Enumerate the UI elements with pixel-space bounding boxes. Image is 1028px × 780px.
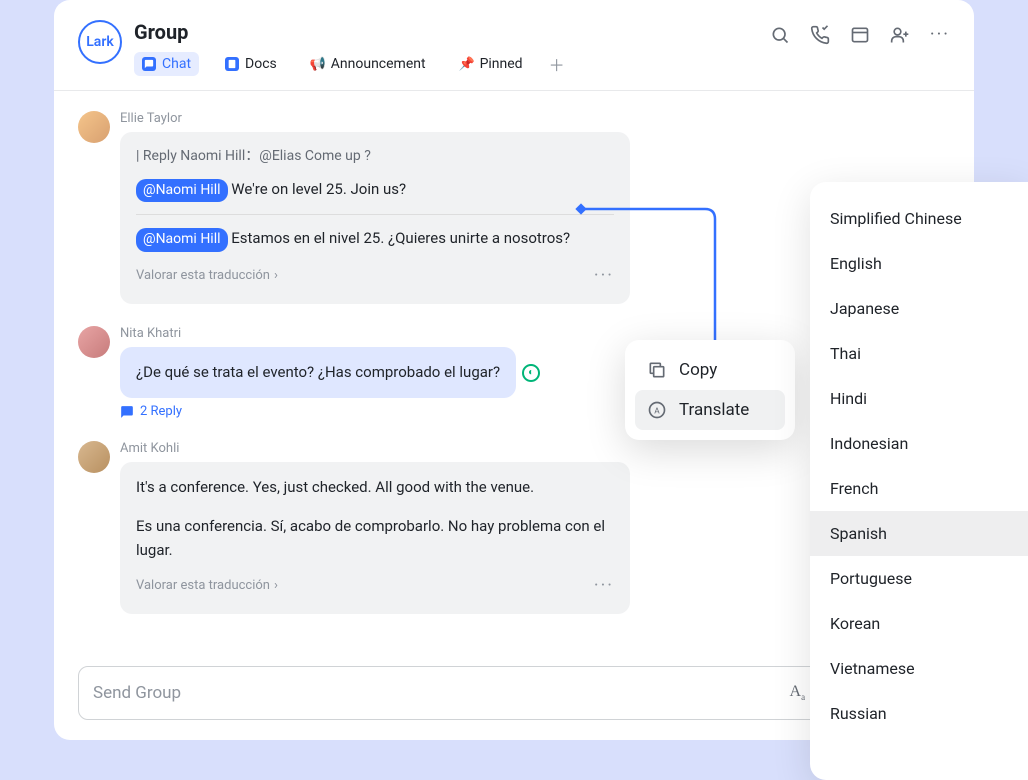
docs-icon [225, 57, 239, 71]
avatar[interactable] [78, 326, 110, 358]
mention-pill[interactable]: @Naomi Hill [136, 228, 228, 252]
avatar[interactable] [78, 441, 110, 473]
tab-label: Pinned [480, 56, 523, 72]
tab-label: Announcement [331, 56, 426, 72]
reply-icon [120, 405, 134, 419]
header: Lark Group Chat Docs 📢 Ann [54, 0, 974, 76]
chevron-right-icon: › [274, 266, 278, 286]
rate-label: Valorar esta traducción [136, 576, 270, 596]
search-icon[interactable] [770, 25, 790, 45]
message-bubble[interactable]: | Reply Naomi Hill：@Elias Come up ? @Nao… [120, 132, 630, 304]
rate-row: Valorar esta traducción › ··· [136, 572, 614, 600]
language-option[interactable]: Simplified Chinese [810, 196, 1028, 241]
copy-icon [647, 360, 667, 380]
more-icon[interactable]: ··· [930, 24, 950, 45]
language-option[interactable]: French [810, 466, 1028, 511]
language-option[interactable]: Hindi [810, 376, 1028, 421]
translate-indicator-icon[interactable]: ◐ [522, 364, 540, 382]
context-item-label: Translate [679, 400, 749, 420]
text-format-icon[interactable]: Aa [790, 683, 806, 702]
message-bubble[interactable]: ¿De qué se trata el evento? ¿Has comprob… [120, 347, 516, 398]
language-option[interactable]: English [810, 241, 1028, 286]
translation-divider [136, 214, 614, 215]
tab-label: Docs [245, 56, 277, 72]
message-line-original: @Naomi Hill We're on level 25. Join us? [136, 178, 614, 203]
lark-logo: Lark [78, 20, 122, 64]
translate-icon: A [647, 400, 667, 420]
rate-translation-link[interactable]: Valorar esta traducción › [136, 266, 278, 286]
language-option[interactable]: Thai [810, 331, 1028, 376]
language-option[interactable]: Korean [810, 601, 1028, 646]
message-bubble[interactable]: It's a conference. Yes, just checked. Al… [120, 462, 630, 614]
context-menu: Copy A Translate [625, 340, 795, 440]
pin-icon: 📌 [460, 57, 474, 71]
call-icon[interactable] [810, 25, 830, 45]
reply-reference: | Reply Naomi Hill：@Elias Come up ? [136, 146, 614, 168]
message-text: It's a conference. Yes, just checked. Al… [136, 476, 614, 499]
sidebar-icon[interactable] [850, 25, 870, 45]
message-text: Es una conferencia. Sí, acabo de comprob… [136, 515, 614, 562]
sender-name: Ellie Taylor [120, 111, 950, 126]
reply-count-text: 2 Reply [140, 404, 182, 419]
context-item-label: Copy [679, 360, 717, 380]
composer-placeholder: Send Group [93, 683, 790, 703]
language-menu: Simplified ChineseEnglishJapaneseThaiHin… [810, 182, 1028, 780]
context-copy[interactable]: Copy [635, 350, 785, 390]
header-actions: ··· [770, 20, 950, 45]
rate-row: Valorar esta traducción › ··· [136, 262, 614, 290]
tab-docs[interactable]: Docs [217, 52, 285, 76]
rate-translation-link[interactable]: Valorar esta traducción › [136, 576, 278, 596]
avatar[interactable] [78, 111, 110, 143]
message-text: Estamos en el nivel 25. ¿Quieres unirte … [231, 229, 570, 247]
message-text: We're on level 25. Join us? [231, 180, 406, 198]
header-main: Group Chat Docs 📢 Announcement [134, 20, 758, 76]
chevron-right-icon: › [274, 576, 278, 596]
context-translate[interactable]: A Translate [635, 390, 785, 430]
add-tab-button[interactable]: ＋ [549, 52, 565, 76]
language-option[interactable]: Indonesian [810, 421, 1028, 466]
language-option[interactable]: Russian [810, 691, 1028, 736]
language-option[interactable]: Spanish [810, 511, 1028, 556]
chat-icon [142, 57, 156, 71]
language-option[interactable]: Vietnamese [810, 646, 1028, 691]
megaphone-icon: 📢 [311, 57, 325, 71]
svg-text:A: A [654, 406, 660, 416]
tab-pinned[interactable]: 📌 Pinned [452, 52, 531, 76]
rate-label: Valorar esta traducción [136, 266, 270, 286]
mention-pill[interactable]: @Naomi Hill [136, 179, 228, 203]
message-more-icon[interactable]: ··· [594, 572, 614, 600]
language-option[interactable]: Japanese [810, 286, 1028, 331]
message-line-translated: @Naomi Hill Estamos en el nivel 25. ¿Qui… [136, 227, 614, 252]
tab-chat[interactable]: Chat [134, 52, 199, 76]
language-option[interactable]: Portuguese [810, 556, 1028, 601]
message-text: ¿De qué se trata el evento? ¿Has comprob… [136, 363, 500, 381]
chat-title: Group [134, 20, 758, 44]
tabs: Chat Docs 📢 Announcement 📌 Pinned ＋ [134, 52, 758, 76]
add-member-icon[interactable] [890, 25, 910, 45]
message-more-icon[interactable]: ··· [594, 262, 614, 290]
tab-announcement[interactable]: 📢 Announcement [303, 52, 434, 76]
tab-label: Chat [162, 56, 191, 72]
